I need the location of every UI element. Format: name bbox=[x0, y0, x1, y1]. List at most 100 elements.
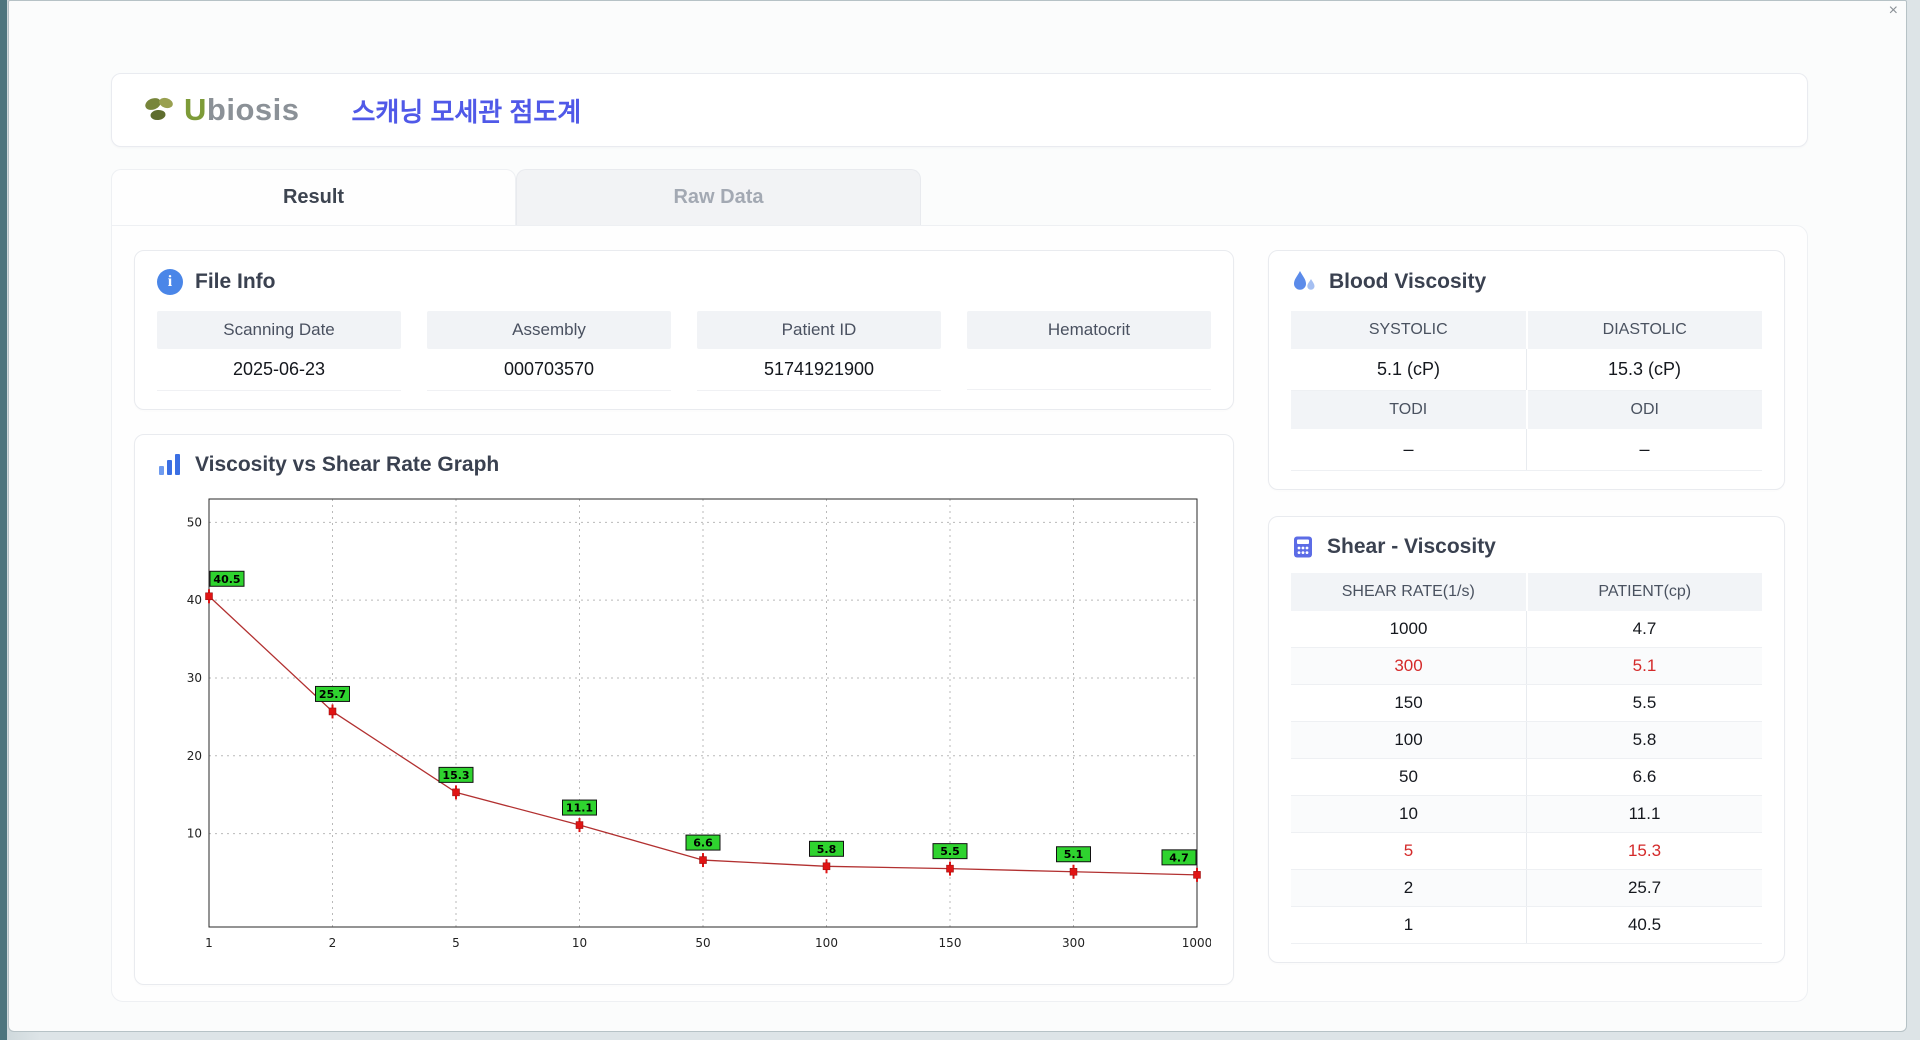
shear-viscosity-header: Shear - Viscosity bbox=[1291, 535, 1762, 559]
svg-text:30: 30 bbox=[187, 671, 202, 685]
graph-title: Viscosity vs Shear Rate Graph bbox=[195, 453, 499, 477]
blood-viscosity-card: Blood Viscosity SYSTOLIC DIASTOLIC 5.1 (… bbox=[1268, 250, 1785, 490]
svg-text:10: 10 bbox=[572, 936, 587, 950]
field-value: 51741921900 bbox=[697, 349, 941, 391]
calculator-icon bbox=[1291, 535, 1315, 559]
svg-text:10: 10 bbox=[187, 827, 202, 841]
blood-viscosity-table: SYSTOLIC DIASTOLIC 5.1 (cP) 15.3 (cP) TO… bbox=[1291, 311, 1762, 471]
svg-text:20: 20 bbox=[187, 749, 202, 763]
field-label: Hematocrit bbox=[967, 311, 1211, 349]
svg-text:40.5: 40.5 bbox=[213, 573, 240, 586]
shear-viscosity-title: Shear - Viscosity bbox=[1327, 535, 1496, 559]
diastolic-header: DIASTOLIC bbox=[1527, 311, 1763, 349]
table-row: 1505.5 bbox=[1291, 685, 1762, 722]
svg-text:50: 50 bbox=[187, 515, 202, 529]
field-assembly: Assembly 000703570 bbox=[427, 311, 671, 391]
patient-viscosity-cell: 5.1 bbox=[1527, 648, 1763, 685]
table-row: 140.5 bbox=[1291, 907, 1762, 944]
svg-text:100: 100 bbox=[815, 936, 838, 950]
leaf-cluster-icon bbox=[142, 94, 178, 126]
shear-rate-cell: 1 bbox=[1291, 907, 1527, 944]
svg-text:5.5: 5.5 bbox=[940, 845, 960, 858]
shear-rate-cell: 10 bbox=[1291, 796, 1527, 833]
shear-viscosity-card: Shear - Viscosity SHEAR RATE(1/s) PATIEN… bbox=[1268, 516, 1785, 963]
info-icon bbox=[157, 269, 183, 295]
svg-text:5: 5 bbox=[452, 936, 460, 950]
table-row: 506.6 bbox=[1291, 759, 1762, 796]
table-row: 3005.1 bbox=[1291, 648, 1762, 685]
table-row: SYSTOLIC DIASTOLIC bbox=[1291, 311, 1762, 349]
shear-rate-cell: 1000 bbox=[1291, 611, 1527, 648]
svg-text:40: 40 bbox=[187, 593, 202, 607]
patient-viscosity-cell: 6.6 bbox=[1527, 759, 1763, 796]
file-info-card: File Info Scanning Date 2025-06-23 Assem… bbox=[134, 250, 1234, 410]
todi-header: TODI bbox=[1291, 391, 1527, 430]
svg-text:11.1: 11.1 bbox=[566, 802, 593, 815]
left-column: File Info Scanning Date 2025-06-23 Assem… bbox=[134, 250, 1234, 985]
svg-text:50: 50 bbox=[695, 936, 710, 950]
field-patient-id: Patient ID 51741921900 bbox=[697, 311, 941, 391]
table-row: 10004.7 bbox=[1291, 611, 1762, 648]
patient-viscosity-cell: 25.7 bbox=[1527, 870, 1763, 907]
field-value: 2025-06-23 bbox=[157, 349, 401, 391]
shear-table-body: 10004.73005.11505.51005.8506.61011.1515.… bbox=[1291, 611, 1762, 944]
app-window: × Ubiosis 스캐닝 모세관 점도계 Result Raw Data Fi… bbox=[8, 0, 1907, 1032]
chart-area: 102030405040.5125.7215.3511.1106.6505.81… bbox=[157, 489, 1211, 966]
shear-rate-cell: 300 bbox=[1291, 648, 1527, 685]
droplet-icon bbox=[1291, 269, 1317, 295]
viscosity-chart: 102030405040.5125.7215.3511.1106.6505.81… bbox=[161, 489, 1211, 961]
odi-header: ODI bbox=[1527, 391, 1763, 430]
graph-card: Viscosity vs Shear Rate Graph 10 20 30 40 50… bbox=[134, 434, 1234, 985]
logo-text: Ubiosis bbox=[184, 92, 299, 128]
shear-rate-cell: 5 bbox=[1291, 833, 1527, 870]
close-icon[interactable]: × bbox=[1889, 3, 1898, 19]
page-title: 스캐닝 모세관 점도계 bbox=[351, 92, 581, 129]
blood-viscosity-title: Blood Viscosity bbox=[1329, 270, 1486, 294]
field-label: Patient ID bbox=[697, 311, 941, 349]
table-row: TODI ODI bbox=[1291, 391, 1762, 430]
field-value: 000703570 bbox=[427, 349, 671, 391]
svg-text:4.7: 4.7 bbox=[1169, 851, 1189, 864]
svg-text:150: 150 bbox=[939, 936, 962, 950]
patient-viscosity-cell: 15.3 bbox=[1527, 833, 1763, 870]
patient-viscosity-cell: 5.8 bbox=[1527, 722, 1763, 759]
svg-text:5.8: 5.8 bbox=[817, 843, 837, 856]
field-hematocrit: Hematocrit bbox=[967, 311, 1211, 391]
odi-value: – bbox=[1527, 429, 1763, 471]
patient-viscosity-cell: 4.7 bbox=[1527, 611, 1763, 648]
table-header-row: SHEAR RATE(1/s) PATIENT(cp) bbox=[1291, 573, 1762, 611]
svg-text:5.1: 5.1 bbox=[1064, 848, 1084, 861]
patient-viscosity-cell: 5.5 bbox=[1527, 685, 1763, 722]
blood-viscosity-header: Blood Viscosity bbox=[1291, 269, 1762, 295]
file-info-fields: Scanning Date 2025-06-23 Assembly 000703… bbox=[157, 311, 1211, 391]
field-value bbox=[967, 349, 1211, 390]
todi-value: – bbox=[1291, 429, 1527, 471]
patient-viscosity-cell: 40.5 bbox=[1527, 907, 1763, 944]
content-panel: File Info Scanning Date 2025-06-23 Assem… bbox=[111, 225, 1808, 1002]
svg-text:1: 1 bbox=[205, 936, 213, 950]
table-row: 225.7 bbox=[1291, 870, 1762, 907]
svg-text:2: 2 bbox=[329, 936, 337, 950]
patient-viscosity-cell: 11.1 bbox=[1527, 796, 1763, 833]
field-label: Scanning Date bbox=[157, 311, 401, 349]
svg-text:1000: 1000 bbox=[1182, 936, 1211, 950]
right-column: Blood Viscosity SYSTOLIC DIASTOLIC 5.1 (… bbox=[1268, 250, 1785, 985]
tab-result[interactable]: Result bbox=[111, 169, 516, 225]
diastolic-value: 15.3 (cP) bbox=[1527, 349, 1763, 391]
systolic-header: SYSTOLIC bbox=[1291, 311, 1527, 349]
table-row: 1011.1 bbox=[1291, 796, 1762, 833]
table-row: 1005.8 bbox=[1291, 722, 1762, 759]
shear-rate-cell: 50 bbox=[1291, 759, 1527, 796]
tab-bar: Result Raw Data bbox=[111, 169, 1808, 225]
systolic-value: 5.1 (cP) bbox=[1291, 349, 1527, 391]
header: Ubiosis 스캐닝 모세관 점도계 bbox=[111, 73, 1808, 147]
ubiosis-logo: Ubiosis bbox=[142, 92, 299, 128]
patient-column-header: PATIENT(cp) bbox=[1527, 573, 1763, 611]
table-row: 515.3 bbox=[1291, 833, 1762, 870]
shear-rate-cell: 100 bbox=[1291, 722, 1527, 759]
file-info-header: File Info bbox=[157, 269, 1211, 295]
tab-raw-data[interactable]: Raw Data bbox=[516, 169, 921, 225]
svg-text:25.7: 25.7 bbox=[319, 688, 346, 701]
svg-text:15.3: 15.3 bbox=[442, 769, 469, 782]
field-label: Assembly bbox=[427, 311, 671, 349]
